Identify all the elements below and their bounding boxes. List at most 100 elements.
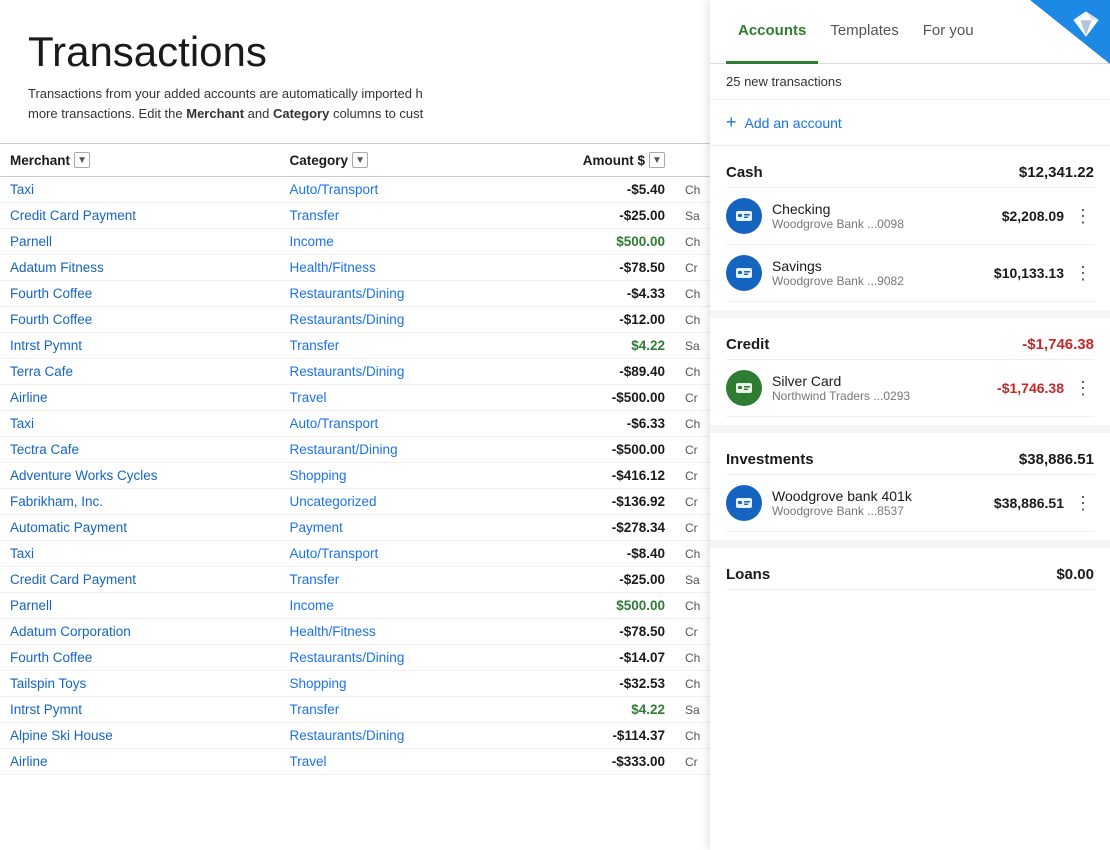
category-cell[interactable]: Transfer	[280, 333, 505, 359]
page-title: Transactions	[0, 0, 715, 84]
category-cell[interactable]: Restaurants/Dining	[280, 723, 505, 749]
category-cell[interactable]: Transfer	[280, 697, 505, 723]
merchant-cell[interactable]: Fourth Coffee	[0, 307, 280, 333]
category-cell[interactable]: Travel	[280, 385, 505, 411]
merchant-filter-icon[interactable]: ▼	[74, 152, 90, 168]
account-sub: Woodgrove Bank ...0098	[772, 217, 1002, 231]
source-cell: Cr	[675, 255, 715, 281]
amount-cell: -$278.34	[504, 515, 675, 541]
source-cell: Ch	[675, 281, 715, 307]
merchant-cell[interactable]: Intrst Pymnt	[0, 697, 280, 723]
amount-filter-icon[interactable]: ▼	[649, 152, 665, 168]
source-cell: Ch	[675, 723, 715, 749]
table-body: TaxiAuto/Transport-$5.40ChCredit Card Pa…	[0, 177, 715, 775]
merchant-cell[interactable]: Automatic Payment	[0, 515, 280, 541]
source-cell: Cr	[675, 437, 715, 463]
table-row: ParnellIncome$500.00Ch	[0, 229, 715, 255]
merchant-cell[interactable]: Taxi	[0, 177, 280, 203]
category-cell[interactable]: Shopping	[280, 671, 505, 697]
merchant-cell[interactable]: Alpine Ski House	[0, 723, 280, 749]
amount-cell: -$89.40	[504, 359, 675, 385]
category-cell[interactable]: Restaurants/Dining	[280, 307, 505, 333]
amount-cell: -$136.92	[504, 489, 675, 515]
table-header-row: Merchant ▼ Category ▼ Amount $ ▼	[0, 144, 715, 177]
category-cell[interactable]: Auto/Transport	[280, 541, 505, 567]
amount-cell: -$500.00	[504, 437, 675, 463]
section-name: Loans	[726, 566, 770, 583]
account-sections: Cash$12,341.22 CheckingWoodgrove Bank ..…	[710, 154, 1110, 590]
merchant-cell[interactable]: Fabrikham, Inc.	[0, 489, 280, 515]
left-panel: Transactions Transactions from your adde…	[0, 0, 715, 850]
category-cell[interactable]: Auto/Transport	[280, 177, 505, 203]
amount-cell: -$416.12	[504, 463, 675, 489]
merchant-cell[interactable]: Tailspin Toys	[0, 671, 280, 697]
category-cell[interactable]: Transfer	[280, 203, 505, 229]
section-total: $0.00	[1056, 566, 1094, 583]
category-cell[interactable]: Restaurants/Dining	[280, 359, 505, 385]
merchant-cell[interactable]: Intrst Pymnt	[0, 333, 280, 359]
nav-tab-accounts[interactable]: Accounts	[726, 0, 818, 64]
amount-cell: -$5.40	[504, 177, 675, 203]
source-cell: Cr	[675, 489, 715, 515]
merchant-cell[interactable]: Taxi	[0, 541, 280, 567]
category-cell[interactable]: Shopping	[280, 463, 505, 489]
more-options-icon[interactable]: ⋮	[1072, 263, 1094, 284]
category-cell[interactable]: Payment	[280, 515, 505, 541]
more-options-icon[interactable]: ⋮	[1072, 493, 1094, 514]
merchant-cell[interactable]: Adventure Works Cycles	[0, 463, 280, 489]
amount-cell: $4.22	[504, 697, 675, 723]
category-cell[interactable]: Auto/Transport	[280, 411, 505, 437]
merchant-cell[interactable]: Terra Cafe	[0, 359, 280, 385]
category-cell[interactable]: Uncategorized	[280, 489, 505, 515]
category-cell[interactable]: Restaurant/Dining	[280, 437, 505, 463]
category-cell[interactable]: Income	[280, 229, 505, 255]
category-cell[interactable]: Health/Fitness	[280, 619, 505, 645]
account-sub: Woodgrove Bank ...9082	[772, 274, 994, 288]
category-filter-icon[interactable]: ▼	[352, 152, 368, 168]
account-item: Silver CardNorthwind Traders ...0293-$1,…	[726, 360, 1094, 417]
category-cell[interactable]: Health/Fitness	[280, 255, 505, 281]
merchant-cell[interactable]: Fourth Coffee	[0, 281, 280, 307]
category-cell[interactable]: Travel	[280, 749, 505, 775]
amount-cell: -$8.40	[504, 541, 675, 567]
category-cell[interactable]: Transfer	[280, 567, 505, 593]
amount-header: Amount $ ▼	[504, 144, 675, 177]
source-cell: Sa	[675, 567, 715, 593]
merchant-cell[interactable]: Parnell	[0, 229, 280, 255]
section-header: Cash$12,341.22	[726, 154, 1094, 188]
merchant-cell[interactable]: Credit Card Payment	[0, 203, 280, 229]
category-cell[interactable]: Income	[280, 593, 505, 619]
amount-cell: -$25.00	[504, 567, 675, 593]
category-header: Category ▼	[280, 144, 505, 177]
merchant-cell[interactable]: Credit Card Payment	[0, 567, 280, 593]
source-cell: Sa	[675, 697, 715, 723]
more-options-icon[interactable]: ⋮	[1072, 206, 1094, 227]
account-details: Silver CardNorthwind Traders ...0293	[772, 373, 997, 403]
category-cell[interactable]: Restaurants/Dining	[280, 645, 505, 671]
merchant-cell[interactable]: Fourth Coffee	[0, 645, 280, 671]
subtitle-text-2: more transactions. Edit the Merchant and…	[28, 106, 423, 121]
source-cell: Sa	[675, 203, 715, 229]
amount-cell: -$114.37	[504, 723, 675, 749]
page-subtitle: Transactions from your added accounts ar…	[0, 84, 715, 143]
source-cell: Ch	[675, 541, 715, 567]
account-details: SavingsWoodgrove Bank ...9082	[772, 258, 994, 288]
category-cell[interactable]: Restaurants/Dining	[280, 281, 505, 307]
table-row: Credit Card PaymentTransfer-$25.00Sa	[0, 203, 715, 229]
merchant-cell[interactable]: Parnell	[0, 593, 280, 619]
account-amount: $2,208.09	[1002, 208, 1064, 224]
nav-tab-for-you[interactable]: For you	[911, 0, 986, 64]
section-name: Cash	[726, 164, 763, 181]
table-row: AirlineTravel-$333.00Cr	[0, 749, 715, 775]
merchant-cell[interactable]: Taxi	[0, 411, 280, 437]
add-account-label: Add an account	[745, 115, 842, 131]
add-account-button[interactable]: + Add an account	[710, 100, 1110, 146]
merchant-cell[interactable]: Airline	[0, 749, 280, 775]
account-item: Woodgrove bank 401kWoodgrove Bank ...853…	[726, 475, 1094, 532]
merchant-cell[interactable]: Adatum Corporation	[0, 619, 280, 645]
more-options-icon[interactable]: ⋮	[1072, 378, 1094, 399]
merchant-cell[interactable]: Adatum Fitness	[0, 255, 280, 281]
merchant-cell[interactable]: Tectra Cafe	[0, 437, 280, 463]
merchant-cell[interactable]: Airline	[0, 385, 280, 411]
nav-tab-templates[interactable]: Templates	[818, 0, 910, 64]
